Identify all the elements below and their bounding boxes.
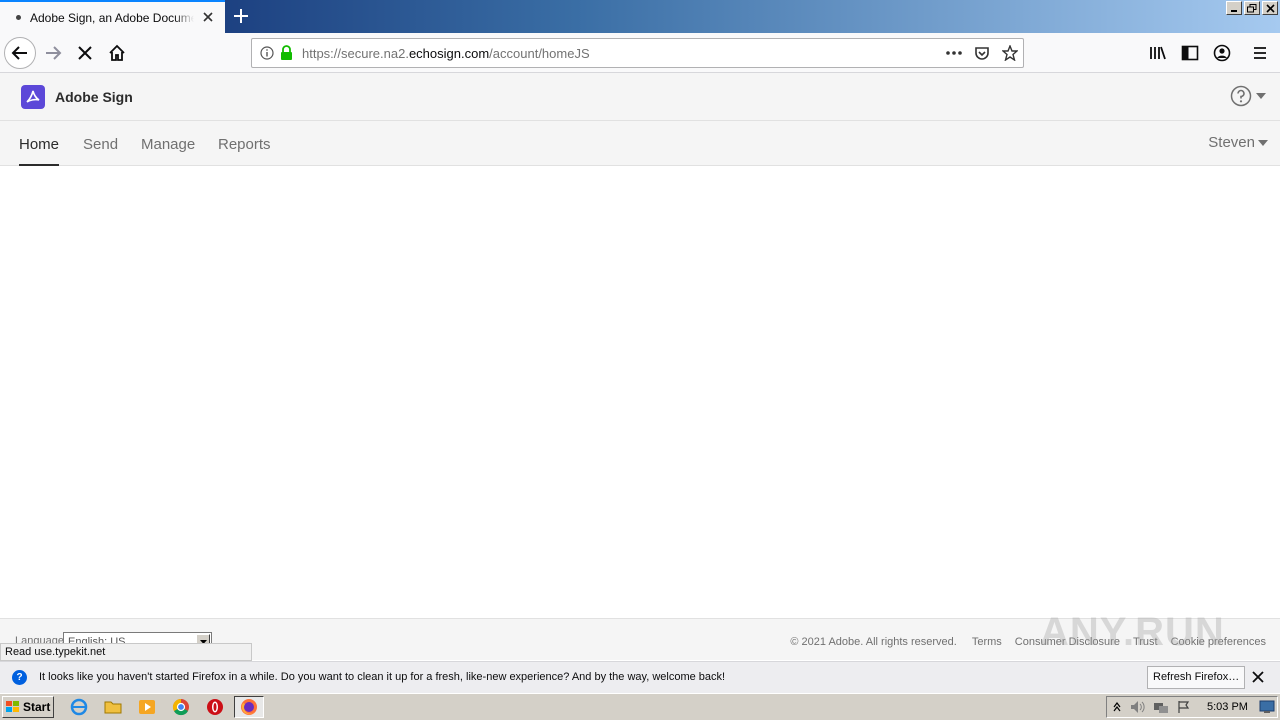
home-button[interactable] xyxy=(105,41,129,65)
minimize-icon xyxy=(1231,10,1237,12)
tab-home[interactable]: Home xyxy=(19,136,60,166)
menu-button[interactable] xyxy=(1248,41,1272,65)
minimize-button[interactable] xyxy=(1226,1,1242,15)
help-icon xyxy=(1230,85,1252,107)
chevron-down-icon xyxy=(1258,139,1268,146)
new-tab-icon[interactable] xyxy=(232,7,250,25)
internet-explorer-icon[interactable] xyxy=(70,698,88,716)
close-window-button[interactable] xyxy=(1262,1,1278,15)
stop-icon xyxy=(78,46,92,60)
volume-icon[interactable] xyxy=(1129,700,1145,714)
url-prefix: https://secure.na2. xyxy=(302,46,409,61)
notification-bar: ? It looks like you haven't started Fire… xyxy=(0,661,1280,693)
library-icon xyxy=(1150,46,1166,60)
close-icon xyxy=(1265,3,1275,13)
pocket-icon[interactable] xyxy=(974,45,990,61)
tab-manage[interactable]: Manage xyxy=(141,136,195,166)
url-bar[interactable]: https://secure.na2.echosign.com/account/… xyxy=(251,38,1024,68)
adobe-sign-icon xyxy=(26,90,40,103)
lock-icon[interactable] xyxy=(280,45,293,61)
home-icon xyxy=(109,44,125,61)
info-icon[interactable] xyxy=(260,46,274,60)
taskbar-firefox[interactable] xyxy=(234,696,264,718)
account-button[interactable] xyxy=(1210,41,1234,65)
url-host: echosign.com xyxy=(408,46,490,61)
arrow-left-icon xyxy=(11,46,27,60)
watermark: ANY.RUN xyxy=(1040,610,1225,654)
arrow-right-icon xyxy=(46,46,62,60)
hamburger-menu-icon xyxy=(1254,47,1266,59)
footer-link-terms[interactable]: Terms xyxy=(972,636,1002,648)
adobe-sign-logo[interactable] xyxy=(21,85,45,109)
windows-taskbar: Start 5:03 PM xyxy=(0,693,1280,720)
tab-send[interactable]: Send xyxy=(83,136,118,166)
library-button[interactable] xyxy=(1146,41,1170,65)
chrome-icon[interactable] xyxy=(172,698,190,716)
browser-navbar: https://secure.na2.echosign.com/account/… xyxy=(0,33,1280,73)
url-text[interactable]: https://secure.na2.echosign.com/account/… xyxy=(302,46,590,61)
more-actions-icon[interactable] xyxy=(946,51,962,55)
windows-logo-icon xyxy=(6,701,19,712)
start-label: Start xyxy=(23,700,51,714)
tab-close-icon[interactable] xyxy=(201,10,215,24)
restore-button[interactable] xyxy=(1244,1,1260,15)
brand-name[interactable]: Adobe Sign xyxy=(55,89,133,105)
close-icon[interactable] xyxy=(1252,671,1264,683)
url-path: /account/homeJS xyxy=(489,46,590,61)
system-tray: 5:03 PM xyxy=(1106,696,1278,718)
copyright: © 2021 Adobe. All rights reserved. xyxy=(790,636,957,648)
browser-tabstrip: Adobe Sign, an Adobe Document Cloud xyxy=(0,0,1280,33)
tab-reports[interactable]: Reports xyxy=(218,136,271,166)
tray-expand-icon[interactable] xyxy=(1113,701,1121,713)
bookmark-star-icon[interactable] xyxy=(1002,45,1018,61)
window-controls xyxy=(1226,1,1278,15)
action-center-flag-icon[interactable] xyxy=(1177,700,1191,714)
start-button[interactable]: Start xyxy=(2,696,54,718)
network-icon[interactable] xyxy=(1153,700,1169,714)
forward-button[interactable] xyxy=(41,41,65,65)
chevron-down-icon xyxy=(1256,93,1266,99)
firefox-icon xyxy=(241,699,257,715)
main-content xyxy=(0,166,1280,618)
sidebar-icon xyxy=(1181,45,1199,61)
account-icon xyxy=(1213,44,1231,62)
tab-loading-icon xyxy=(16,15,21,20)
stop-button[interactable] xyxy=(73,41,97,65)
show-desktop-icon[interactable] xyxy=(1259,700,1275,714)
back-button[interactable] xyxy=(4,37,36,69)
refresh-firefox-button[interactable]: Refresh Firefox… xyxy=(1147,666,1246,689)
notification-text: It looks like you haven't started Firefo… xyxy=(39,671,726,683)
restore-icon xyxy=(1247,3,1257,12)
user-name: Steven xyxy=(1208,134,1255,151)
status-tooltip: Read use.typekit.net xyxy=(0,643,252,661)
question-icon: ? xyxy=(12,670,27,685)
clock[interactable]: 5:03 PM xyxy=(1207,701,1248,713)
folder-icon[interactable] xyxy=(104,698,122,716)
opera-icon[interactable] xyxy=(206,698,224,716)
user-menu[interactable]: Steven xyxy=(1208,134,1268,151)
app-navigation: Home Send Manage Reports Steven xyxy=(0,121,1280,166)
media-player-icon[interactable] xyxy=(138,698,156,716)
app-header: Adobe Sign xyxy=(0,73,1280,121)
tab-title: Adobe Sign, an Adobe Document Cloud xyxy=(30,10,194,25)
help-menu[interactable] xyxy=(1230,85,1266,107)
browser-tab[interactable]: Adobe Sign, an Adobe Document Cloud xyxy=(0,0,225,33)
sidebar-button[interactable] xyxy=(1178,41,1202,65)
